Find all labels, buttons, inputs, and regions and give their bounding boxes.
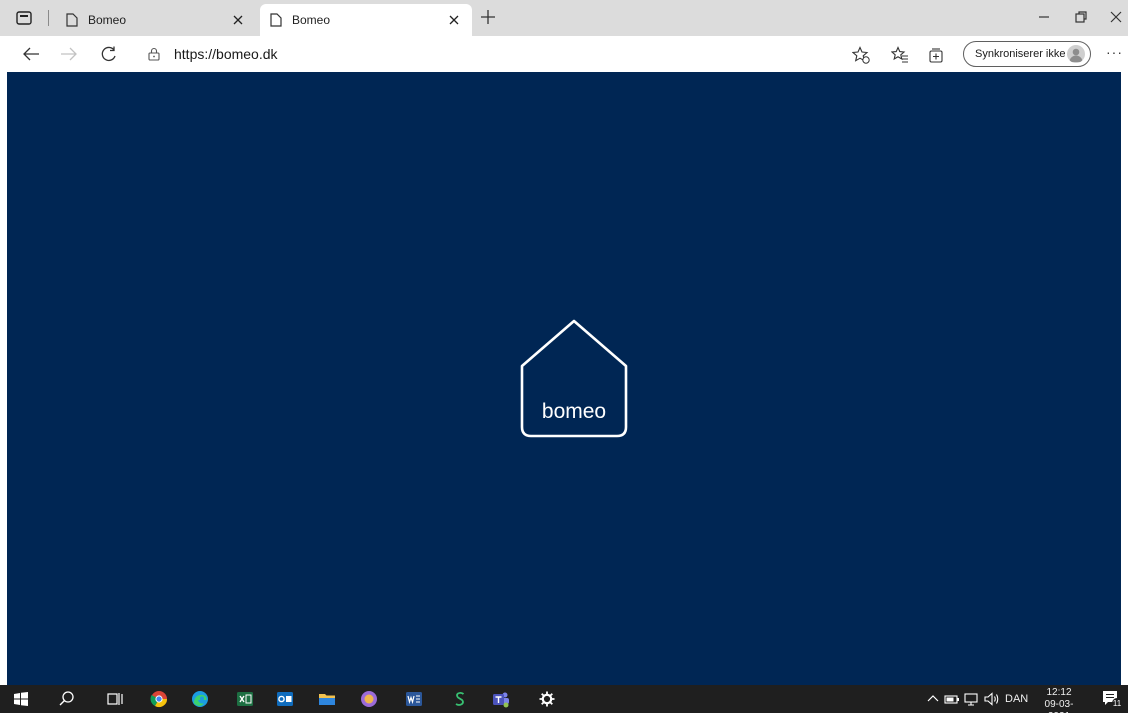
url-scheme: https:// xyxy=(174,46,217,62)
show-hidden-icons-icon[interactable] xyxy=(926,692,940,706)
settings-gear-icon[interactable] xyxy=(538,690,556,708)
search-icon[interactable] xyxy=(58,690,76,708)
profile-avatar-icon xyxy=(1067,45,1085,63)
app-s-icon[interactable] xyxy=(451,690,469,708)
favorites-icon[interactable] xyxy=(891,46,909,64)
address-bar[interactable]: https://bomeo.dk xyxy=(140,41,880,67)
clock-date: 09-03-2021 xyxy=(1044,699,1074,713)
notification-count: 11 xyxy=(1113,699,1122,708)
tab-bomeo-1[interactable]: Bomeo xyxy=(56,4,256,36)
add-favorite-icon[interactable] xyxy=(852,46,870,64)
refresh-icon[interactable] xyxy=(100,46,118,62)
close-window-icon[interactable] xyxy=(1108,9,1124,25)
settings-more-icon[interactable]: ··· xyxy=(1106,44,1123,60)
input-language[interactable]: DAN xyxy=(1005,693,1028,705)
tab-actions-icon[interactable] xyxy=(16,11,32,25)
edge-icon[interactable] xyxy=(191,690,209,708)
close-tab-icon[interactable] xyxy=(448,14,460,26)
page-viewport: bomeo xyxy=(7,72,1121,685)
new-tab-icon[interactable] xyxy=(480,9,496,25)
tab-strip: Bomeo Bomeo xyxy=(0,0,1128,36)
url-text: https://bomeo.dk xyxy=(174,46,278,62)
word-icon[interactable] xyxy=(405,690,423,708)
tab-title: Bomeo xyxy=(292,13,331,27)
network-icon[interactable] xyxy=(964,692,980,706)
back-arrow-icon[interactable] xyxy=(22,46,40,62)
logo-text: bomeo xyxy=(542,400,606,423)
task-view-icon[interactable] xyxy=(106,690,124,708)
taskbar: DAN 12:12 09-03-2021 11 xyxy=(0,685,1128,713)
minimize-icon[interactable] xyxy=(1036,9,1052,25)
tab-separator xyxy=(48,10,49,26)
browser-window: Bomeo Bomeo https://bomeo.dk Synkroniser… xyxy=(0,0,1128,713)
collections-icon[interactable] xyxy=(927,46,945,64)
tab-title: Bomeo xyxy=(88,13,127,27)
profile-sync-label: Synkroniserer ikke xyxy=(975,48,1066,60)
teams-icon[interactable] xyxy=(492,690,510,708)
notifications-icon[interactable]: 11 xyxy=(1102,690,1122,708)
chrome-icon[interactable] xyxy=(150,690,168,708)
app-icon[interactable] xyxy=(360,690,378,708)
restore-icon[interactable] xyxy=(1073,9,1089,25)
url-host: bomeo.dk xyxy=(216,46,278,62)
clock[interactable]: 12:12 09-03-2021 xyxy=(1036,687,1082,713)
profile-sync-button[interactable]: Synkroniserer ikke xyxy=(963,41,1091,67)
close-tab-icon[interactable] xyxy=(232,14,244,26)
clock-time: 12:12 xyxy=(1046,687,1072,698)
excel-icon[interactable] xyxy=(236,690,254,708)
page-icon xyxy=(66,13,78,27)
outlook-icon[interactable] xyxy=(276,690,294,708)
volume-icon[interactable] xyxy=(984,692,1000,706)
tab-bomeo-2[interactable]: Bomeo xyxy=(260,4,472,36)
battery-icon[interactable] xyxy=(944,692,960,706)
bomeo-logo: bomeo xyxy=(520,319,628,438)
file-explorer-icon[interactable] xyxy=(318,690,336,708)
page-icon xyxy=(270,13,282,27)
forward-arrow-icon[interactable] xyxy=(60,46,78,62)
windows-start-icon[interactable] xyxy=(12,690,30,708)
navigation-bar: https://bomeo.dk xyxy=(0,36,1128,72)
lock-icon[interactable] xyxy=(148,47,160,61)
